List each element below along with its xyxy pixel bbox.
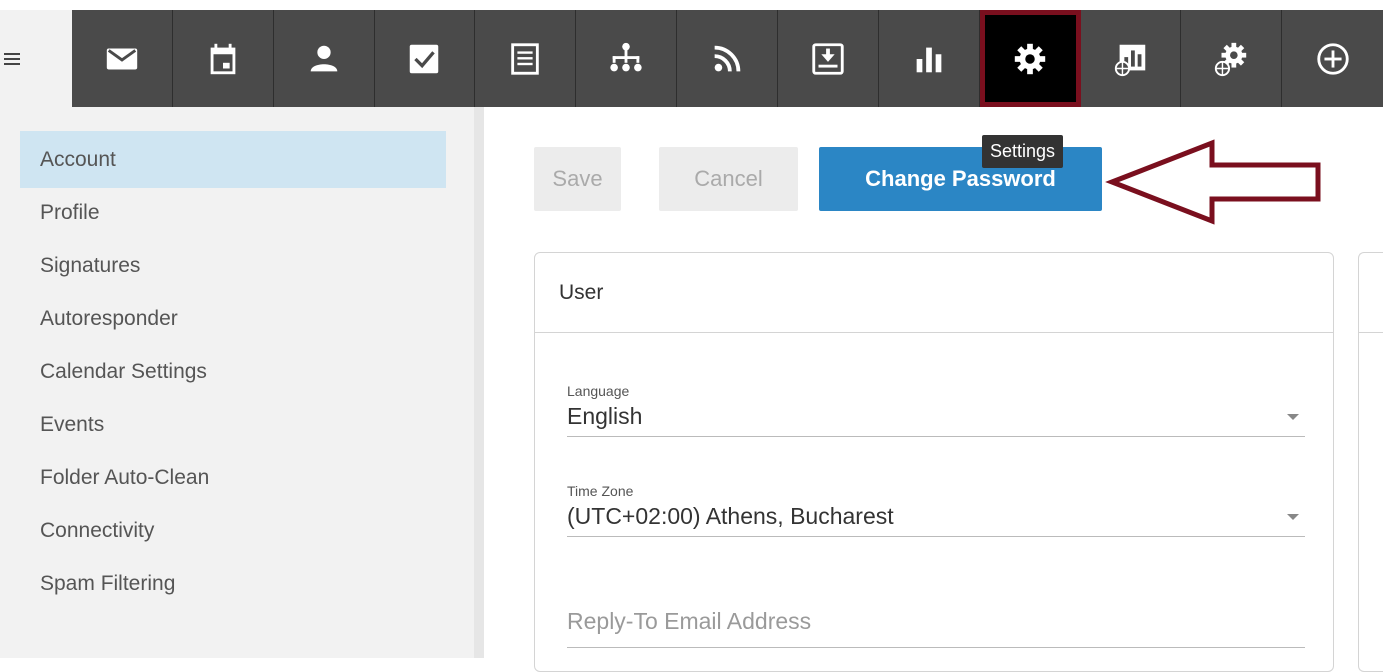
hamburger-icon — [4, 50, 20, 68]
language-value: English — [567, 403, 643, 429]
language-label: Language — [567, 383, 630, 399]
cancel-button[interactable]: Cancel — [659, 147, 798, 211]
nav-calendar[interactable] — [173, 10, 274, 107]
chevron-down-icon — [1287, 513, 1299, 520]
settings-main: Save Cancel Change Password Settings Use… — [494, 107, 1383, 672]
settings-tooltip: Settings — [982, 135, 1064, 168]
notes-icon — [511, 42, 540, 75]
timezone-select[interactable]: Time Zone (UTC+02:00) Athens, Bucharest — [567, 483, 1305, 537]
settings-sidebar: Account Profile Signatures Autoresponder… — [0, 107, 484, 658]
timezone-label: Time Zone — [567, 483, 634, 499]
sidebar-item-signatures[interactable]: Signatures — [20, 237, 446, 294]
panel-title: User — [535, 253, 1333, 333]
add-icon — [1316, 42, 1349, 75]
nav-notes[interactable] — [475, 10, 577, 107]
nav-domain-reports[interactable] — [1081, 10, 1182, 107]
top-strip — [0, 0, 1383, 10]
nav-tasks[interactable] — [375, 10, 476, 107]
sidebar-item-folder-auto-clean[interactable]: Folder Auto-Clean — [20, 449, 446, 506]
contacts-icon — [310, 45, 337, 71]
sidebar-item-events[interactable]: Events — [20, 396, 446, 453]
tasks-icon — [410, 44, 439, 73]
chart-icon — [916, 47, 942, 72]
nav-contacts[interactable] — [274, 10, 375, 107]
mail-icon — [106, 48, 138, 69]
sidebar-item-spam-filtering[interactable]: Spam Filtering — [20, 555, 446, 612]
download-icon — [812, 42, 844, 75]
reply-to-placeholder: Reply-To Email Address — [567, 608, 812, 634]
sidebar-item-calendar-settings[interactable]: Calendar Settings — [20, 343, 446, 400]
domain-report-icon — [1114, 44, 1145, 76]
nav-download[interactable] — [778, 10, 879, 107]
calendar-icon — [210, 43, 236, 74]
gear-icon — [1014, 43, 1046, 74]
nav-reports[interactable] — [879, 10, 980, 107]
domain-settings-icon — [1215, 42, 1247, 76]
language-select[interactable]: Language English — [567, 383, 1305, 437]
annotation-arrow-icon — [1105, 139, 1321, 225]
save-button[interactable]: Save — [534, 147, 621, 211]
nav-mail[interactable] — [72, 10, 173, 107]
sitemap-icon — [610, 42, 642, 71]
reply-to-email-field[interactable]: Reply-To Email Address — [567, 608, 1305, 648]
nav-add[interactable] — [1282, 10, 1383, 107]
menu-toggle-button[interactable] — [0, 10, 72, 107]
timezone-value: (UTC+02:00) Athens, Bucharest — [567, 503, 894, 529]
rss-icon — [714, 45, 741, 72]
nav-settings[interactable] — [979, 10, 1081, 107]
chevron-down-icon — [1287, 413, 1299, 420]
sidebar-item-profile[interactable]: Profile — [20, 184, 446, 241]
top-nav-bar — [72, 10, 1383, 107]
nav-domain-settings[interactable] — [1181, 10, 1283, 107]
user-panel: User Language English Time Zone (UTC+02:… — [534, 252, 1334, 672]
secondary-panel — [1358, 252, 1383, 672]
sidebar-item-connectivity[interactable]: Connectivity — [20, 502, 446, 559]
nav-sitemap[interactable] — [576, 10, 678, 107]
sidebar-item-account[interactable]: Account — [20, 131, 446, 188]
sidebar-item-autoresponder[interactable]: Autoresponder — [20, 290, 446, 347]
nav-rss[interactable] — [677, 10, 778, 107]
